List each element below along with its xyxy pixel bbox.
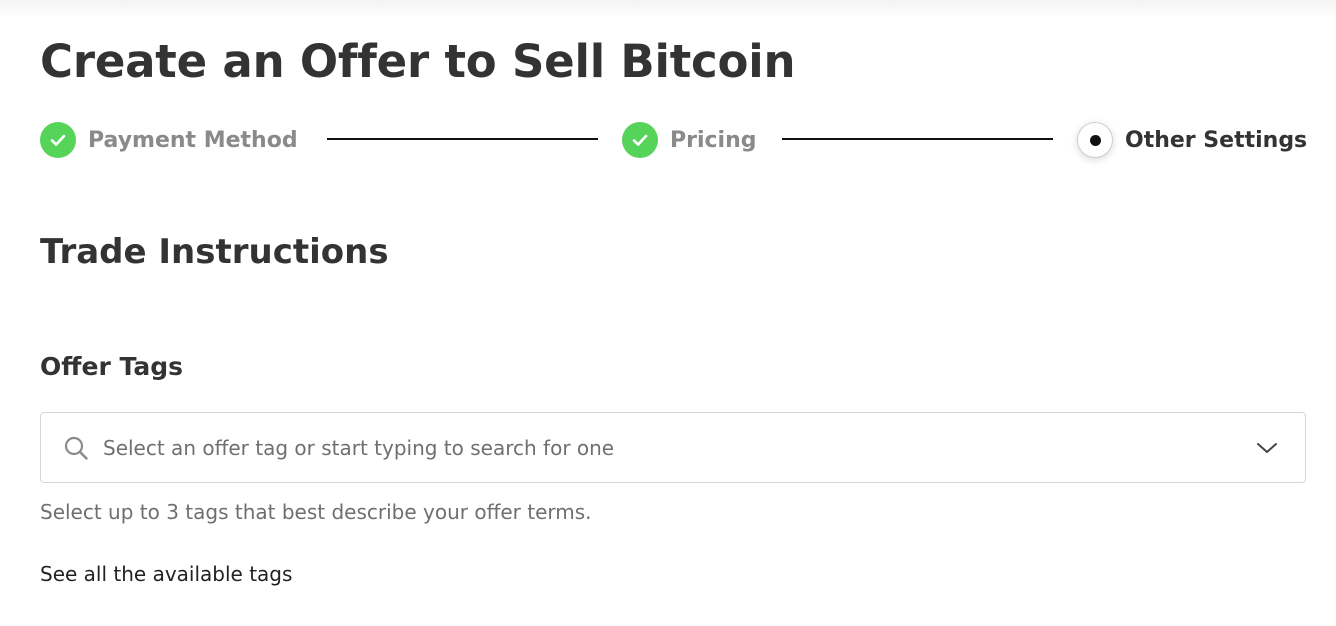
see-all-tags-link[interactable]: See all the available tags bbox=[40, 562, 292, 586]
step-pricing[interactable]: Pricing bbox=[622, 120, 757, 160]
step-payment-method[interactable]: Payment Method bbox=[40, 120, 298, 160]
current-step-dot-icon bbox=[1077, 122, 1113, 158]
step-label: Payment Method bbox=[88, 127, 298, 153]
search-icon bbox=[64, 436, 88, 460]
offer-stepper: Payment Method Pricing Other Settings bbox=[40, 120, 1307, 160]
chevron-down-icon[interactable] bbox=[1255, 436, 1279, 460]
step-other-settings[interactable]: Other Settings bbox=[1077, 120, 1307, 160]
step-label: Pricing bbox=[670, 127, 757, 153]
step-label: Other Settings bbox=[1125, 127, 1308, 153]
page-title: Create an Offer to Sell Bitcoin bbox=[40, 35, 796, 88]
check-icon bbox=[40, 122, 76, 158]
offer-tags-help-text: Select up to 3 tags that best describe y… bbox=[40, 500, 592, 524]
step-connector bbox=[782, 138, 1053, 140]
trade-instructions-heading: Trade Instructions bbox=[40, 232, 389, 272]
offer-tags-heading: Offer Tags bbox=[40, 352, 183, 381]
check-icon bbox=[622, 122, 658, 158]
create-offer-page: Create an Offer to Sell Bitcoin Payment … bbox=[0, 0, 1336, 626]
offer-tag-select[interactable]: Select an offer tag or start typing to s… bbox=[40, 412, 1306, 483]
step-connector bbox=[327, 138, 598, 140]
offer-tag-search-input[interactable]: Select an offer tag or start typing to s… bbox=[103, 436, 1255, 460]
